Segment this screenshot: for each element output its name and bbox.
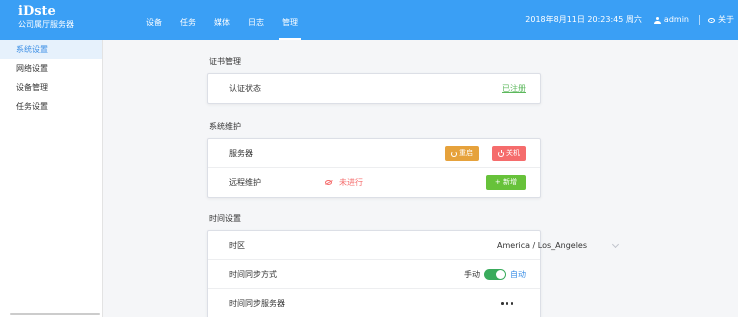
eye-off-icon	[325, 180, 332, 185]
section-title-cert: 证书管理	[209, 57, 241, 66]
sidebar-item-system-settings[interactable]: 系统设置	[0, 40, 102, 59]
power-icon	[498, 149, 504, 157]
sidebar-item-task-settings[interactable]: 任务设置	[0, 97, 102, 116]
main-nav: 设备 任务 媒体 日志 管理	[137, 0, 307, 40]
sync-mode-label: 时间同步方式	[229, 270, 277, 279]
header-divider	[699, 15, 700, 25]
remote-maintenance-label: 远程维护	[229, 178, 261, 187]
more-icon[interactable]	[501, 302, 513, 305]
main-content: 证书管理 认证状态 已注册 系统维护 服务器 重启 关机 远程维护 未进行 + …	[104, 40, 738, 317]
sync-manual-label: 手动	[464, 270, 480, 279]
sync-mode-toggle[interactable]	[484, 269, 506, 280]
sync-mode-row: 时间同步方式 手动 自动	[208, 260, 540, 289]
toggle-knob	[496, 270, 505, 279]
time-card: 时区 America / Los_Angeles 时间同步方式 手动 自动 时间…	[207, 230, 620, 317]
sync-auto-label: 自动	[510, 270, 526, 279]
timezone-select[interactable]: America / Los_Angeles	[497, 236, 621, 255]
maintenance-card: 服务器 重启 关机 远程维护 未进行 + 新增	[207, 138, 541, 198]
timezone-label: 时区	[229, 241, 245, 250]
username: admin	[663, 15, 689, 24]
sync-server-row: 时间同步服务器	[208, 289, 540, 317]
remote-status-text: 未进行	[339, 178, 363, 187]
sidebar-scrollbar[interactable]	[10, 313, 100, 315]
remote-status: 未进行	[325, 168, 363, 197]
brand-title: iDste	[18, 4, 56, 19]
timezone-value: America / Los_Angeles	[497, 241, 588, 250]
about-label: 关于	[718, 15, 734, 24]
cert-status-row: 认证状态 已注册	[208, 74, 540, 103]
timezone-row: 时区 America / Los_Angeles	[208, 231, 620, 260]
sidebar-item-device-management[interactable]: 设备管理	[0, 78, 102, 97]
restart-button[interactable]: 重启	[445, 146, 479, 161]
header-right: 2018年8月11日 20:23:45 周六 admin 关于	[525, 0, 738, 40]
nav-item-media[interactable]: 媒体	[205, 0, 239, 40]
brand-subtitle: 公司属厅服务器	[18, 20, 74, 29]
section-title-time: 时间设置	[209, 214, 241, 223]
sync-server-label: 时间同步服务器	[229, 299, 285, 308]
add-button[interactable]: + 新增	[485, 175, 526, 190]
about-link[interactable]: 关于	[708, 0, 734, 43]
user-icon	[653, 16, 661, 24]
server-label: 服务器	[229, 149, 253, 158]
shutdown-label: 关机	[506, 149, 520, 157]
chevron-down-icon	[611, 240, 620, 249]
add-label: + 新增	[494, 178, 517, 186]
remote-maintenance-row: 远程维护 未进行 + 新增	[208, 168, 540, 197]
shutdown-button[interactable]: 关机	[492, 146, 526, 161]
nav-item-logs[interactable]: 日志	[239, 0, 273, 40]
registered-link[interactable]: 已注册	[502, 74, 526, 103]
sync-mode-switch-group: 手动 自动	[464, 260, 526, 289]
nav-item-admin[interactable]: 管理	[273, 0, 307, 40]
server-row: 服务器 重启 关机	[208, 139, 540, 168]
eye-icon	[708, 17, 715, 23]
sidebar: 系统设置 网络设置 设备管理 任务设置	[0, 40, 103, 317]
top-navbar: iDste 公司属厅服务器 设备 任务 媒体 日志 管理 2018年8月11日 …	[0, 0, 738, 40]
user-menu[interactable]: admin	[653, 0, 689, 43]
sidebar-item-network-settings[interactable]: 网络设置	[0, 59, 102, 78]
refresh-icon	[451, 150, 457, 157]
nav-item-tasks[interactable]: 任务	[171, 0, 205, 40]
restart-label: 重启	[459, 149, 473, 157]
datetime-display: 2018年8月11日 20:23:45 周六	[525, 15, 642, 24]
cert-card: 认证状态 已注册	[207, 73, 541, 104]
brand-logo[interactable]: iDste 公司属厅服务器	[18, 5, 74, 31]
section-title-maintenance: 系统维护	[209, 122, 241, 131]
cert-status-label: 认证状态	[229, 84, 261, 93]
nav-item-devices[interactable]: 设备	[137, 0, 171, 40]
